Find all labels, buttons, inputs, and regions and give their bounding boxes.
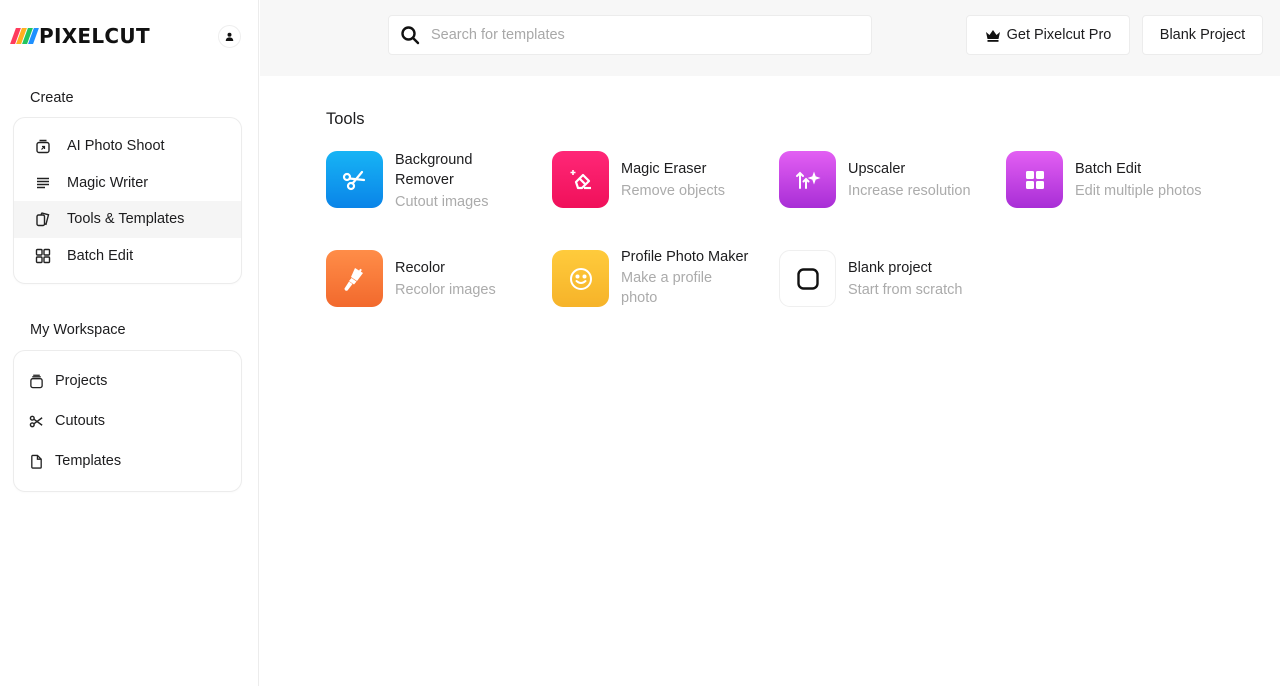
user-icon: [225, 32, 234, 41]
tool-tile: [326, 250, 383, 307]
tool-name: Upscaler: [848, 160, 906, 177]
sidebar-item-label: Cutouts: [55, 413, 105, 429]
tool-desc: Increase resolution: [848, 182, 971, 199]
sidebar-item-magic-writer[interactable]: Magic Writer: [14, 165, 241, 202]
tool-tile: [552, 250, 609, 307]
sidebar-item-batch-edit[interactable]: Batch Edit: [14, 238, 241, 275]
tool-magic-eraser[interactable]: Magic Eraser Remove objects: [552, 151, 725, 208]
tool-name: Background Remover: [395, 152, 473, 188]
sidebar: PIXELCUT Create AI Photo Shoot Magic Wri…: [0, 0, 259, 686]
tool-blank-project[interactable]: Blank project Start from scratch: [779, 250, 962, 307]
logo-stripes-icon: [10, 28, 39, 44]
tool-name: Magic Eraser: [621, 160, 707, 177]
scissors-icon: [29, 414, 44, 429]
tool-tile: [779, 151, 836, 208]
text-lines-icon: [35, 175, 51, 191]
tool-background-remover[interactable]: Background Remover Cutout images: [326, 151, 515, 212]
pixelcut-logo[interactable]: PIXELCUT: [10, 24, 150, 48]
tool-desc: Start from scratch: [848, 281, 963, 298]
logo-text: PIXELCUT: [39, 24, 150, 48]
scissors-icon: [342, 170, 365, 190]
get-pro-button[interactable]: Get Pixelcut Pro: [966, 15, 1130, 55]
grid-icon: [35, 248, 51, 264]
sidebar-item-projects[interactable]: Projects: [14, 361, 241, 401]
tool-desc: Cutout images: [395, 194, 489, 210]
tool-desc: Make a profile photo: [621, 270, 713, 306]
photo-shoot-icon: [35, 138, 51, 154]
tool-tile: [1006, 151, 1063, 208]
folder-stack-icon: [29, 374, 44, 389]
tool-name: Batch Edit: [1075, 160, 1142, 177]
workspace-nav-card: Projects Cutouts Templates: [13, 350, 242, 492]
smiley-icon: [569, 267, 592, 290]
search-box[interactable]: [388, 15, 872, 55]
tool-name: Recolor: [395, 259, 445, 276]
sidebar-item-label: Templates: [55, 453, 122, 469]
blank-project-label: Blank Project: [1159, 27, 1246, 43]
tool-tile: [552, 151, 609, 208]
grid-icon: [1025, 170, 1044, 189]
tool-desc: Remove objects: [621, 182, 725, 199]
tool-batch-edit[interactable]: Batch Edit Edit multiple photos: [1006, 151, 1202, 208]
tool-recolor[interactable]: Recolor Recolor images: [326, 250, 496, 307]
search-input[interactable]: [431, 27, 831, 43]
upscale-icon: [795, 170, 821, 189]
tool-profile-photo-maker[interactable]: Profile Photo Maker Make a profile photo: [552, 249, 761, 308]
sidebar-item-label: Magic Writer: [67, 174, 149, 191]
sidebar-item-templates[interactable]: Templates: [14, 441, 241, 481]
crown-icon: [985, 29, 1000, 42]
blank-project-button[interactable]: Blank Project: [1142, 15, 1263, 55]
section-title: Tools: [326, 110, 365, 128]
account-button[interactable]: [218, 25, 241, 48]
sidebar-item-label: AI Photo Shoot: [67, 138, 165, 155]
sidebar-item-label: Batch Edit: [67, 247, 134, 264]
sidebar-item-label: Tools & Templates: [67, 211, 185, 228]
document-icon: [29, 454, 44, 469]
paint-brush-icon: [343, 267, 363, 291]
tool-name: Blank project: [848, 259, 932, 276]
rounded-square-icon: [796, 267, 819, 290]
tool-tile: [326, 151, 383, 208]
sidebar-item-tools-templates[interactable]: Tools & Templates: [14, 201, 241, 238]
search-icon: [401, 26, 420, 45]
sidebar-item-ai-photo-shoot[interactable]: AI Photo Shoot: [14, 128, 241, 165]
tool-name: Profile Photo Maker: [621, 249, 749, 265]
tool-tile: [779, 250, 836, 307]
sidebar-item-label: Projects: [55, 373, 108, 389]
create-nav-card: AI Photo Shoot Magic Writer Tools & Temp…: [13, 117, 242, 284]
tool-upscaler[interactable]: Upscaler Increase resolution: [779, 151, 971, 208]
eraser-icon: [570, 169, 591, 189]
tool-desc: Edit multiple photos: [1075, 182, 1202, 199]
top-bar: Get Pixelcut Pro Blank Project: [260, 0, 1280, 76]
tool-desc: Recolor images: [395, 281, 496, 298]
sidebar-item-cutouts[interactable]: Cutouts: [14, 401, 241, 441]
cards-icon: [35, 211, 51, 227]
create-section-label: Create: [30, 90, 74, 106]
get-pro-label: Get Pixelcut Pro: [1006, 27, 1112, 43]
workspace-section-label: My Workspace: [30, 322, 126, 338]
